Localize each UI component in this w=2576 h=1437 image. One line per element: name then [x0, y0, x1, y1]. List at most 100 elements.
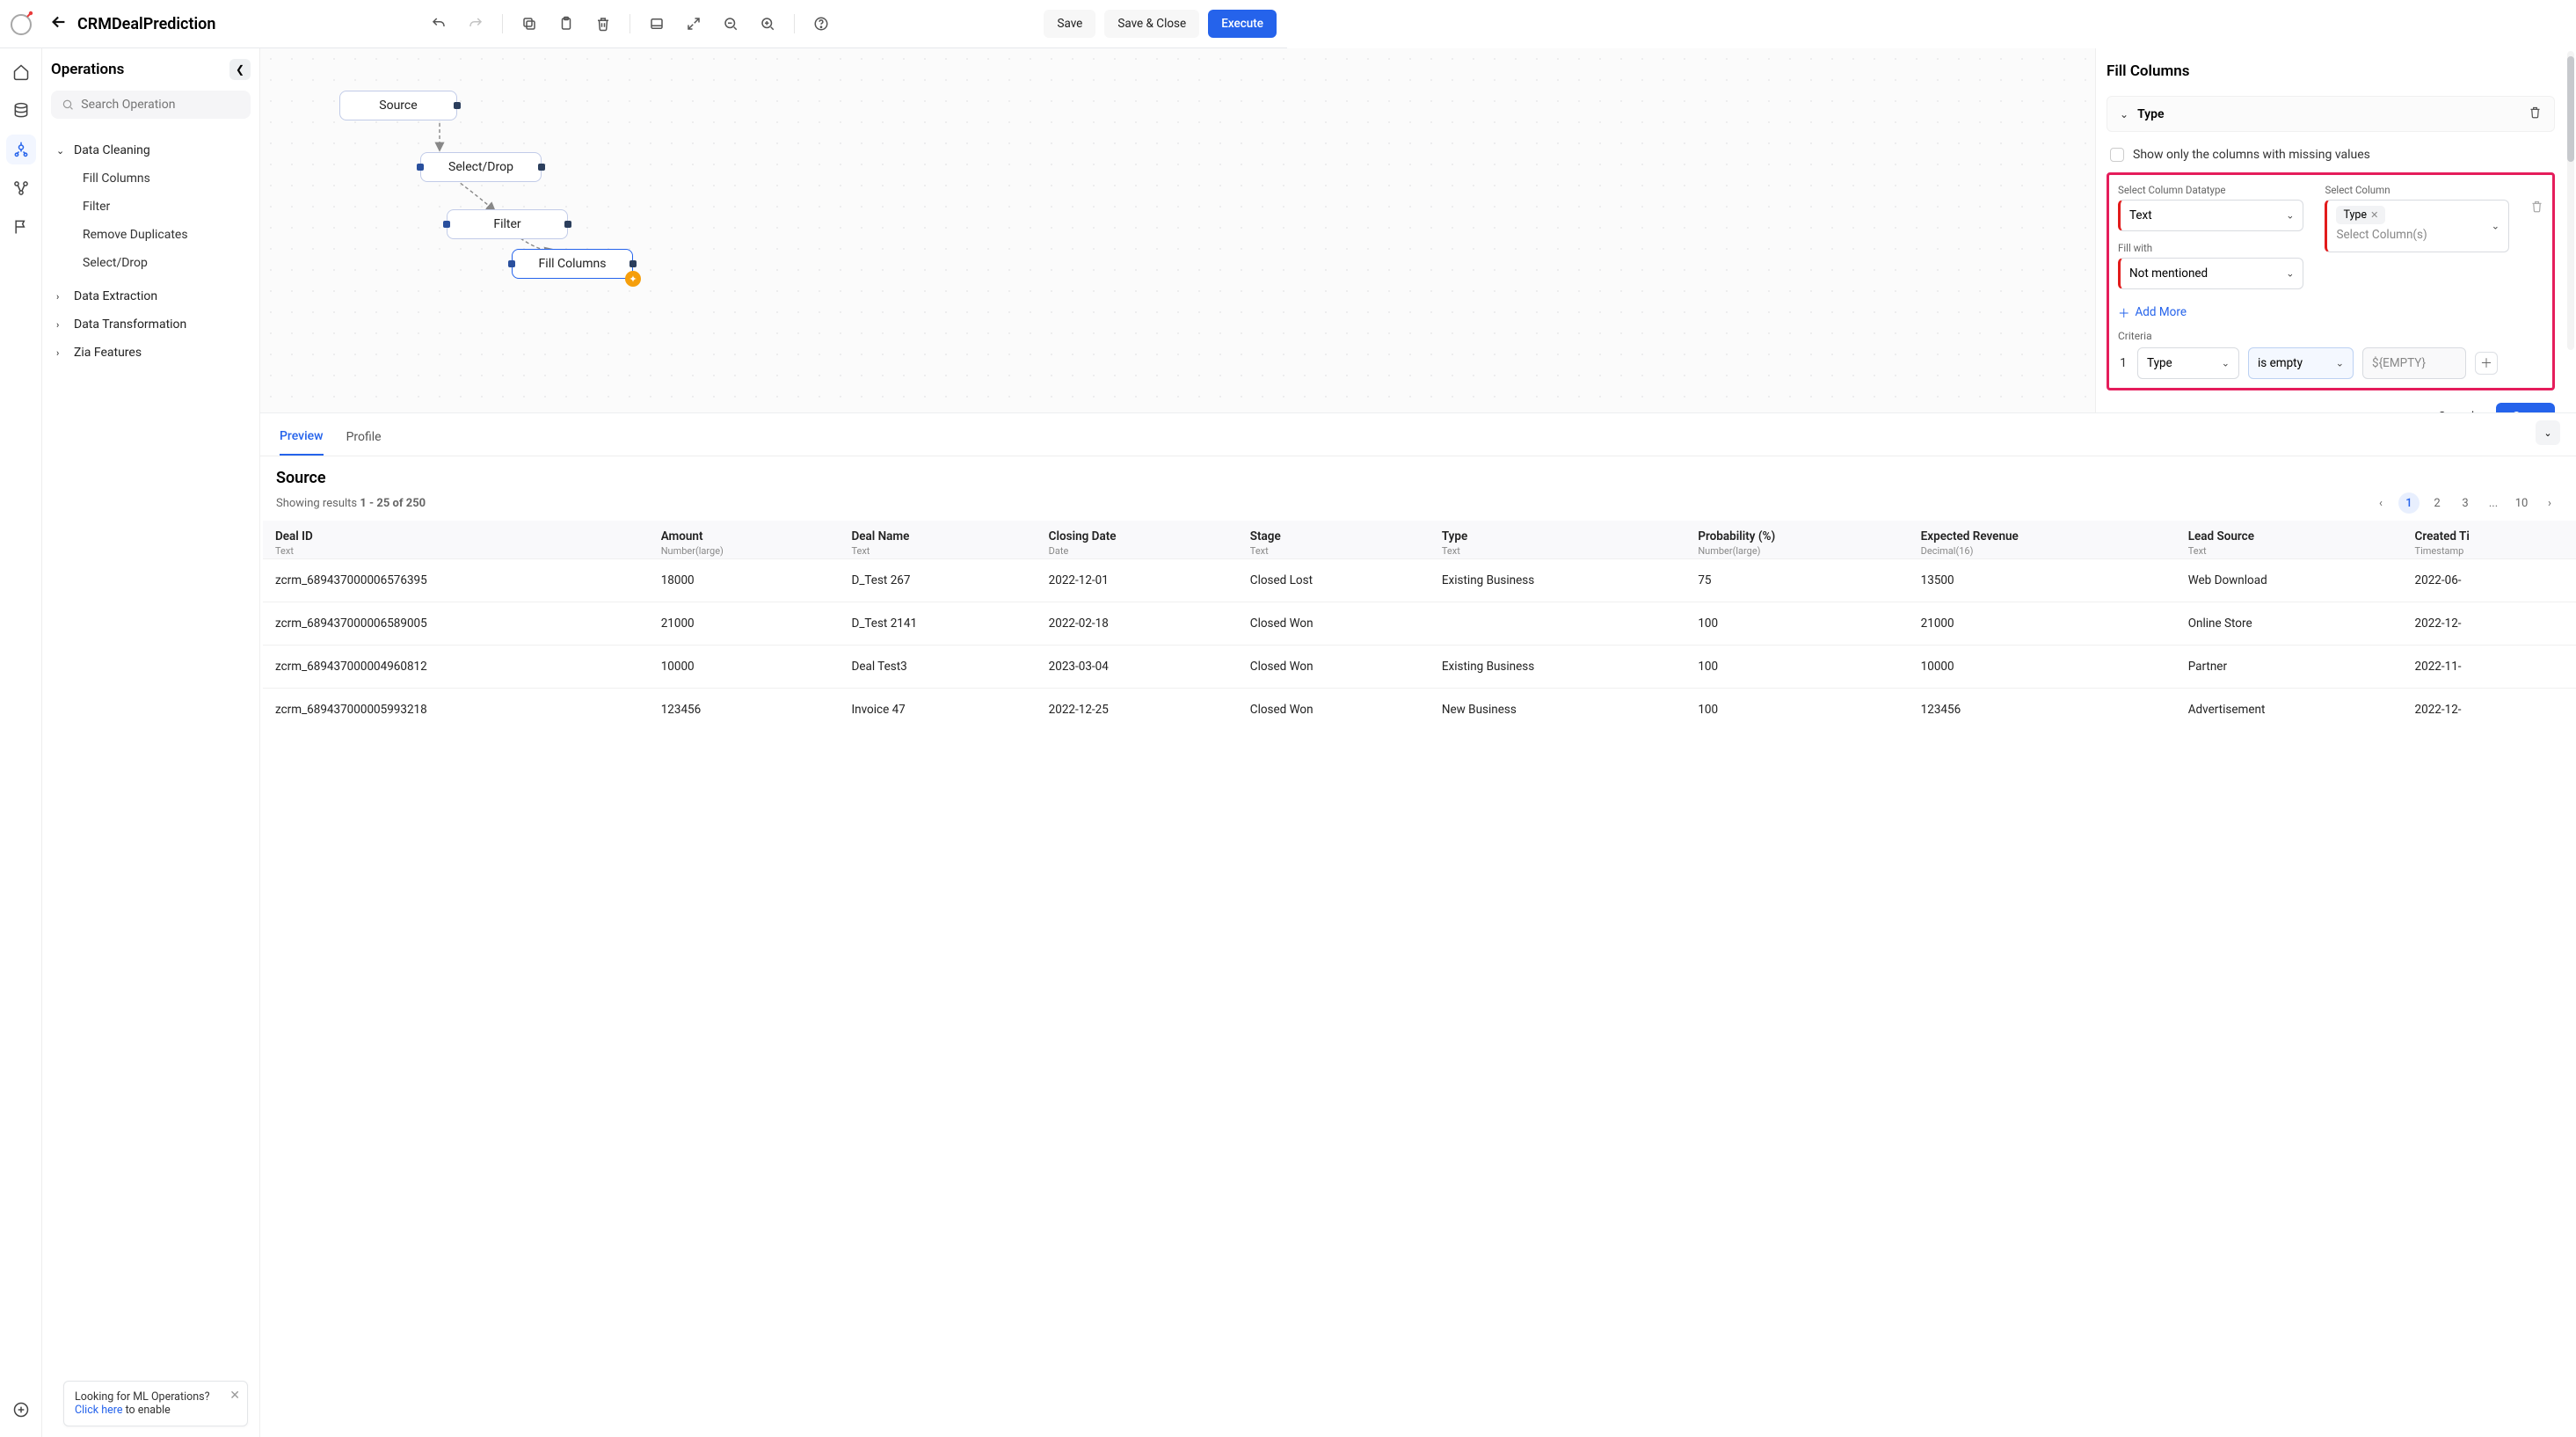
copy-icon[interactable]: [513, 8, 545, 40]
page-ellipsis: ...: [2483, 492, 2504, 514]
select-column[interactable]: Type✕ Select Column(s) ⌄: [2325, 200, 2509, 252]
group-data-cleaning[interactable]: ⌄Data Cleaning: [51, 136, 251, 164]
item-select-drop[interactable]: Select/Drop: [51, 249, 251, 277]
add-criteria-button[interactable]: ＋: [2475, 352, 2498, 375]
table-row[interactable]: zcrm_68943700000658900521000D_Test 21412…: [263, 602, 2576, 646]
label-column: Select Column: [2325, 184, 2509, 196]
redo-icon[interactable]: [460, 8, 491, 40]
search-field[interactable]: [81, 98, 240, 112]
column-header[interactable]: StageText: [1238, 521, 1430, 559]
operations-sidebar: Operations ❮ ⌄Data Cleaning Fill Columns…: [42, 48, 260, 1437]
remove-chip-icon[interactable]: ✕: [2370, 209, 2378, 221]
flag-icon[interactable]: [6, 212, 36, 242]
label-datatype: Select Column Datatype: [2118, 184, 2303, 196]
group-data-transformation[interactable]: ›Data Transformation: [51, 310, 251, 339]
page-3[interactable]: 3: [2455, 492, 2476, 514]
pipeline-canvas[interactable]: Source Select/Drop Filter Fill Columns ✦: [260, 48, 2096, 412]
zoom-in-icon[interactable]: [752, 8, 783, 40]
collapse-sidebar-button[interactable]: ❮: [229, 59, 251, 80]
source-heading: Source: [260, 456, 2576, 492]
tab-preview[interactable]: Preview: [280, 422, 324, 456]
preview-panel: Preview Profile ⌄ Source Showing results…: [260, 412, 2576, 1437]
pipeline-icon[interactable]: [6, 135, 36, 164]
back-button[interactable]: [46, 9, 72, 40]
scrollbar[interactable]: [2567, 51, 2574, 350]
criteria-condition[interactable]: is empty⌄: [2248, 347, 2354, 379]
chevron-down-icon: ⌄: [2120, 108, 2128, 120]
table-row[interactable]: zcrm_689437000005993218123456Invoice 472…: [263, 689, 2576, 732]
left-rail: [0, 48, 42, 1437]
zoom-out-icon[interactable]: [715, 8, 746, 40]
config-box: Select Column Datatype Text⌄ Fill with N…: [2107, 172, 2555, 390]
toolbar: [215, 8, 1044, 40]
page-last[interactable]: 10: [2511, 492, 2532, 514]
results-count: Showing results 1 - 25 of 250: [276, 497, 426, 510]
section-header[interactable]: ⌄ Type: [2107, 96, 2555, 132]
item-fill-columns[interactable]: Fill Columns: [51, 164, 251, 193]
show-missing-checkbox[interactable]: Show only the columns with missing value…: [2107, 142, 2555, 167]
search-input[interactable]: [51, 91, 251, 119]
fullscreen-icon[interactable]: [678, 8, 709, 40]
ml-tip: ✕ Looking for ML Operations? Click here …: [63, 1381, 248, 1426]
delete-fill-icon[interactable]: [2530, 200, 2543, 216]
page-next[interactable]: ›: [2539, 492, 2560, 514]
column-header[interactable]: Created TiTimestamp: [2403, 521, 2576, 559]
table-row[interactable]: zcrm_68943700000657639518000D_Test 26720…: [263, 559, 2576, 602]
data-table: Deal IDTextAmountNumber(large)Deal NameT…: [263, 521, 2576, 731]
column-header[interactable]: Deal NameText: [839, 521, 1036, 559]
expand-preview-button[interactable]: ⌄: [2536, 420, 2560, 445]
page-2[interactable]: 2: [2427, 492, 2448, 514]
sidebar-title: Operations: [51, 61, 124, 78]
delete-section-icon[interactable]: [2529, 106, 2542, 122]
group-data-extraction[interactable]: ›Data Extraction: [51, 282, 251, 310]
add-icon[interactable]: [6, 1395, 36, 1425]
column-header[interactable]: Lead SourceText: [2176, 521, 2403, 559]
criteria-row: 1 Type⌄ is empty⌄ ${EMPTY} ＋: [2118, 347, 2543, 379]
panel-title: Fill Columns: [2107, 62, 2555, 80]
column-header[interactable]: Expected RevenueDecimal(16): [1909, 521, 2176, 559]
home-icon[interactable]: [6, 57, 36, 87]
tab-profile[interactable]: Profile: [346, 423, 382, 455]
node-filter[interactable]: Filter: [447, 209, 568, 239]
ml-tip-link[interactable]: Click here: [75, 1404, 122, 1417]
brand-logo: [7, 11, 35, 39]
criteria-value[interactable]: ${EMPTY}: [2362, 347, 2466, 379]
page-1[interactable]: 1: [2398, 492, 2420, 514]
warning-badge-icon: ✦: [625, 271, 641, 287]
label-criteria: Criteria: [2118, 330, 2543, 342]
column-header[interactable]: Probability (%)Number(large): [1685, 521, 1908, 559]
criteria-column[interactable]: Type⌄: [2137, 347, 2239, 379]
column-header[interactable]: Closing DateDate: [1037, 521, 1238, 559]
label-fillwith: Fill with: [2118, 242, 2303, 254]
fit-icon[interactable]: [641, 8, 673, 40]
database-icon[interactable]: [6, 96, 36, 126]
select-fillwith[interactable]: Not mentioned⌄: [2118, 258, 2303, 289]
column-chip[interactable]: Type✕: [2336, 206, 2385, 224]
column-header[interactable]: Deal IDText: [263, 521, 649, 559]
right-panel: Fill Columns ⌄ Type Show only the column…: [2096, 48, 2565, 412]
node-fill-columns[interactable]: Fill Columns ✦: [512, 249, 633, 279]
help-icon[interactable]: [805, 8, 837, 40]
ml-tip-question: Looking for ML Operations?: [75, 1390, 210, 1404]
select-datatype[interactable]: Text⌄: [2118, 200, 2303, 231]
pager: ‹ 1 2 3 ... 10 ›: [2370, 492, 2560, 514]
save-button-top[interactable]: Save: [1044, 10, 1095, 38]
page-prev[interactable]: ‹: [2370, 492, 2391, 514]
save-close-button[interactable]: Save & Close: [1104, 10, 1199, 38]
column-header[interactable]: AmountNumber(large): [649, 521, 840, 559]
nodes-icon[interactable]: [6, 173, 36, 203]
delete-icon[interactable]: [587, 8, 619, 40]
undo-icon[interactable]: [423, 8, 455, 40]
table-row[interactable]: zcrm_68943700000496081210000Deal Test320…: [263, 646, 2576, 689]
execute-button[interactable]: Execute: [1208, 10, 1277, 38]
column-header[interactable]: TypeText: [1430, 521, 1685, 559]
group-zia-features[interactable]: ›Zia Features: [51, 339, 251, 367]
close-icon[interactable]: ✕: [229, 1389, 240, 1403]
item-filter[interactable]: Filter: [51, 193, 251, 221]
page-title: CRMDealPrediction: [77, 15, 215, 33]
node-source[interactable]: Source: [339, 91, 457, 120]
add-more-button[interactable]: ＋Add More: [2118, 303, 2187, 321]
paste-icon[interactable]: [550, 8, 582, 40]
node-select-drop[interactable]: Select/Drop: [420, 152, 542, 182]
item-remove-duplicates[interactable]: Remove Duplicates: [51, 221, 251, 249]
